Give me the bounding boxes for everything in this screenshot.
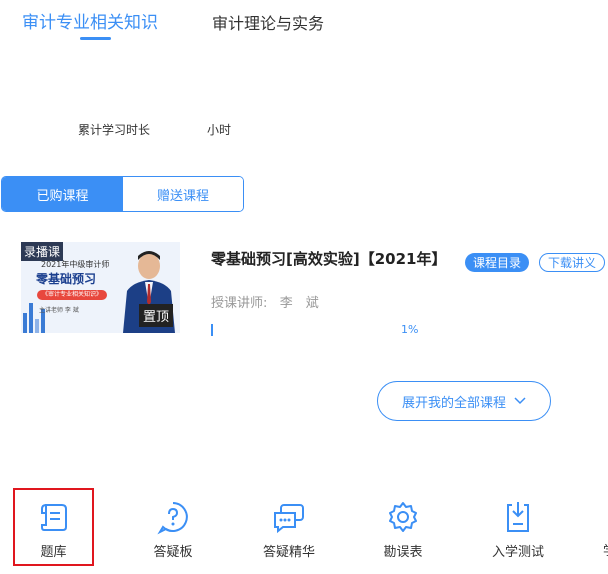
expand-label: 展开我的全部课程	[401, 395, 506, 411]
progress-fill	[211, 324, 213, 336]
tab-audit-professional-knowledge[interactable]: 审计专业相关知识	[22, 8, 158, 33]
nav-label: 答疑板	[153, 545, 193, 560]
errata-gear-icon	[389, 502, 417, 532]
thumb-title: 零基础预习	[36, 272, 97, 286]
nav-label: 题库	[40, 545, 67, 560]
course-title[interactable]: 零基础预习[高效实验]【2021年】	[211, 248, 446, 269]
question-bank-icon	[40, 504, 67, 531]
chevron-down-icon	[514, 397, 526, 405]
course-catalog-button[interactable]: 课程目录	[465, 253, 529, 272]
course-type-switch: 已购课程 赠送课程	[1, 176, 244, 212]
progress-bar	[211, 324, 381, 336]
gifted-courses-tab[interactable]: 赠送课程	[123, 177, 243, 211]
pinned-badge: 置顶	[139, 304, 174, 327]
expand-all-courses-button[interactable]: 展开我的全部课程	[377, 381, 551, 421]
study-time-unit: 小时	[207, 123, 232, 137]
course-thumbnail[interactable]: 录播课 2021年中级审计师 零基础预习 《审计专业相关知识》 主讲老师 李 斌…	[21, 242, 180, 333]
thumb-subtitle: 2021年中级审计师	[41, 260, 110, 269]
nav-qa-board[interactable]: 答疑板	[133, 490, 213, 570]
nav-errata[interactable]: 勘误表	[363, 490, 443, 570]
nav-question-bank[interactable]: 题库	[13, 488, 94, 566]
nav-label: 勘误表	[383, 545, 423, 560]
study-time-label: 累计学习时长	[78, 123, 151, 137]
teacher-info: 授课讲师: 李 斌	[211, 292, 319, 311]
qa-highlights-icon	[274, 504, 304, 534]
download-handout-button[interactable]: 下载讲义	[539, 253, 605, 272]
teacher-label: 授课讲师:	[211, 296, 268, 311]
nav-label: 答疑精华	[262, 545, 315, 560]
progress-percent: 1%	[401, 323, 419, 336]
active-tab-indicator	[80, 37, 111, 40]
thumb-bar	[35, 319, 39, 333]
entrance-test-icon	[507, 502, 529, 532]
nav-entrance-test[interactable]: 入学测试	[478, 490, 558, 570]
tab-audit-theory-practice[interactable]: 审计理论与实务	[212, 10, 324, 34]
teacher-name: 李 斌	[279, 296, 319, 311]
nav-partial-label[interactable]: 学	[603, 540, 608, 559]
purchased-courses-tab[interactable]: 已购课程	[2, 177, 123, 211]
nav-qa-highlights[interactable]: 答疑精华	[249, 490, 329, 570]
nav-label: 入学测试	[491, 545, 544, 560]
thumb-subject-pill: 《审计专业相关知识》	[37, 290, 107, 300]
thumb-bar	[29, 303, 33, 333]
thumb-teacher-line: 主讲老师 李 斌	[39, 307, 79, 314]
thumb-bar	[23, 313, 27, 333]
qa-board-icon	[157, 502, 188, 535]
